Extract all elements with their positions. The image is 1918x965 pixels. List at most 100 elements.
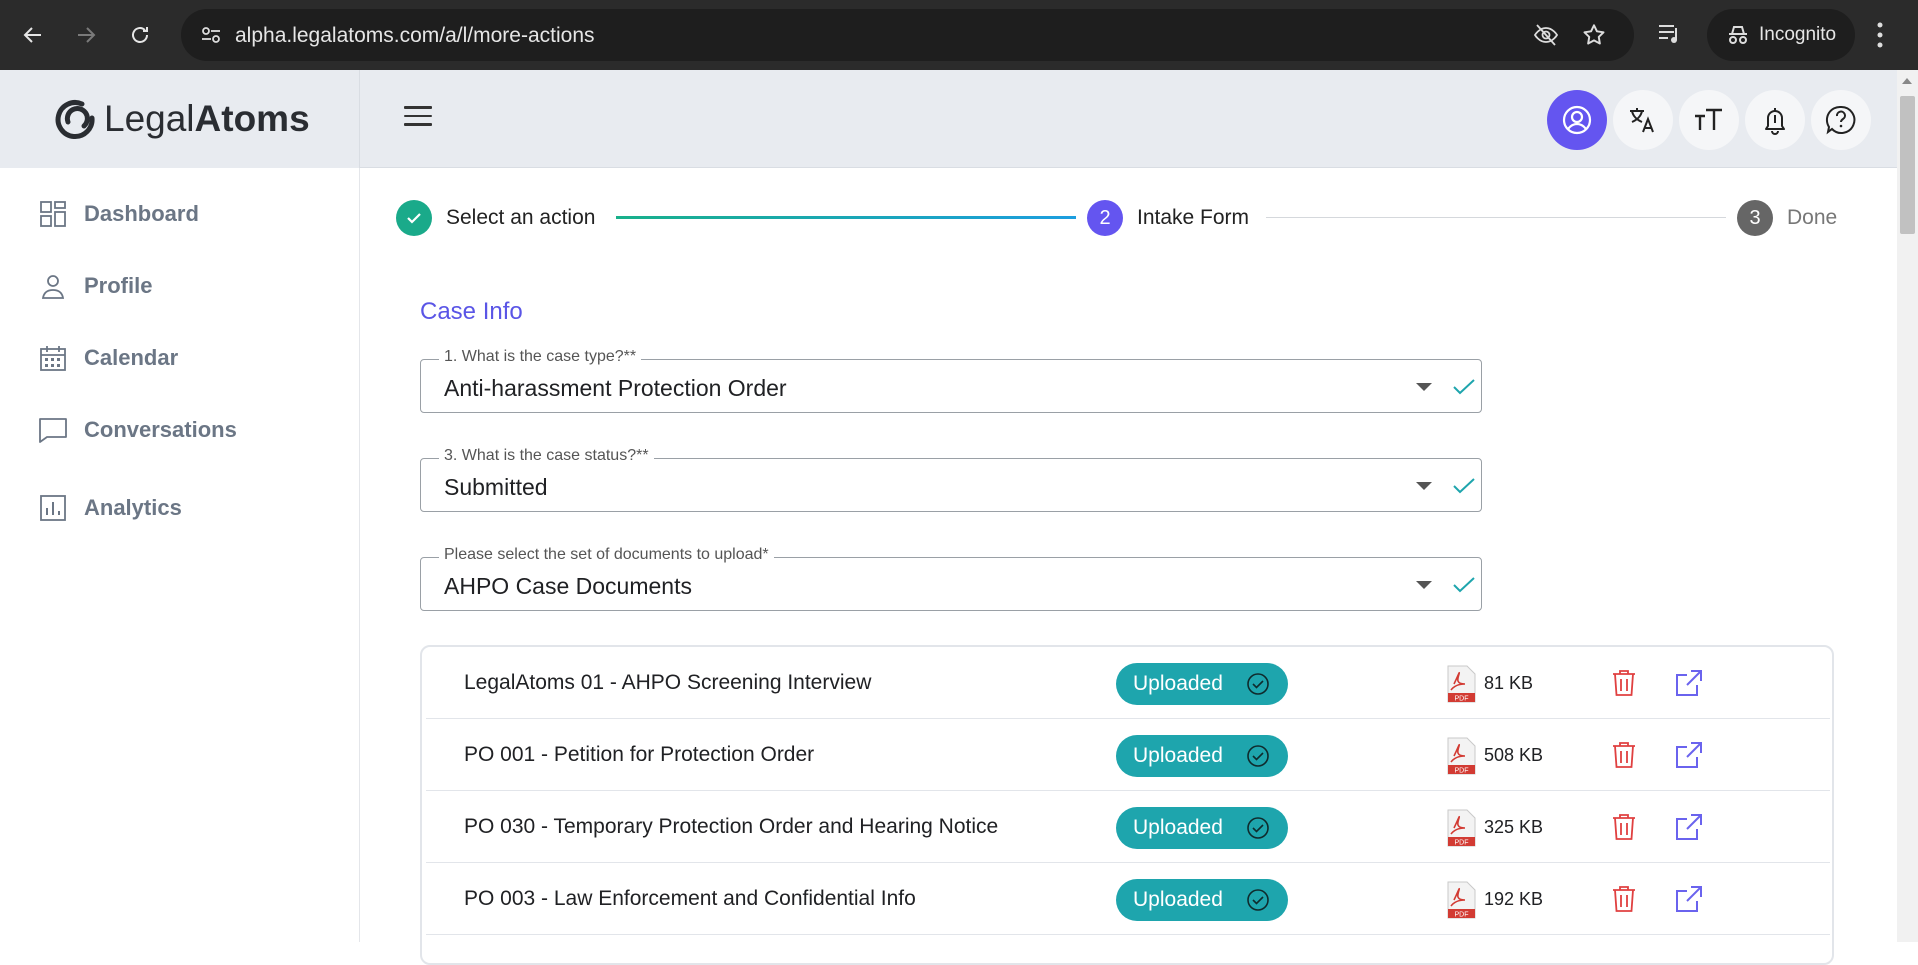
file-size: 81 KB: [1484, 673, 1534, 693]
open-external-icon[interactable]: [1675, 741, 1703, 774]
sidebar-item-dashboard[interactable]: Dashboard: [38, 194, 199, 234]
back-arrow-icon[interactable]: [15, 17, 51, 53]
status-label: Uploaded: [1133, 744, 1223, 767]
caret-down-icon[interactable]: [1416, 482, 1432, 490]
sidebar-item-label: Profile: [84, 273, 153, 298]
field-value: Submitted: [444, 474, 548, 500]
dashboard-grid-icon: [38, 199, 68, 229]
table-row: PO 001 - Petition for Protection Order U…: [426, 719, 1830, 791]
table-row: LegalAtoms 01 - AHPO Screening Interview…: [426, 647, 1830, 719]
logo[interactable]: LegalAtoms: [0, 70, 360, 168]
pdf-label: PDF: [1455, 912, 1469, 919]
scroll-up-arrow-icon[interactable]: [1902, 78, 1912, 84]
hamburger-menu-icon[interactable]: [404, 106, 432, 128]
open-external-icon[interactable]: [1675, 885, 1703, 918]
step-done[interactable]: 3 Done: [1737, 200, 1837, 236]
sidebar: Dashboard Profile Calendar Conversations…: [0, 168, 360, 942]
document-name: PO 003 - Law Enforcement and Confidentia…: [464, 887, 916, 910]
page-scrollbar[interactable]: [1897, 70, 1918, 942]
document-name: LegalAtoms 01 - AHPO Screening Interview: [464, 671, 872, 694]
open-external-icon[interactable]: [1675, 669, 1703, 702]
incognito-icon: [1725, 22, 1751, 53]
field-label: 3. What is the case status?**: [439, 447, 654, 465]
field-label: Please select the set of documents to up…: [439, 546, 774, 564]
address-bar[interactable]: alpha.legalatoms.com/a/l/more-actions: [181, 9, 1634, 61]
incognito-label: Incognito: [1759, 24, 1837, 45]
incognito-indicator[interactable]: Incognito: [1707, 9, 1855, 61]
forward-arrow-icon[interactable]: [68, 17, 104, 53]
trash-icon[interactable]: [1611, 669, 1637, 702]
check-icon: [1451, 572, 1477, 603]
step-select-action[interactable]: Select an action: [396, 200, 595, 236]
media-controls-icon[interactable]: [1656, 20, 1684, 53]
document-set-select[interactable]: Please select the set of documents to up…: [420, 546, 1482, 611]
account-circle-icon[interactable]: [1547, 90, 1607, 150]
url-text[interactable]: alpha.legalatoms.com/a/l/more-actions: [235, 24, 595, 48]
pdf-file-icon: PDF: [1446, 809, 1476, 852]
table-row: PO 003 - Law Enforcement and Confidentia…: [426, 863, 1830, 935]
step-intake-form[interactable]: 2 Intake Form: [1087, 200, 1249, 236]
status-label: Uploaded: [1133, 888, 1223, 911]
app-header: LegalAtoms: [0, 70, 1918, 168]
sidebar-item-conversations[interactable]: Conversations: [38, 410, 237, 450]
trash-icon[interactable]: [1611, 813, 1637, 846]
section-title: Case Info: [420, 298, 523, 325]
logo-text: LegalAtoms: [104, 98, 310, 140]
bar-chart-icon: [38, 493, 68, 523]
check-icon: [1451, 473, 1477, 504]
trash-icon[interactable]: [1611, 741, 1637, 774]
document-name: PO 030 - Temporary Protection Order and …: [464, 815, 999, 838]
person-icon: [38, 271, 68, 301]
bell-icon[interactable]: [1745, 90, 1805, 150]
translate-icon[interactable]: [1613, 90, 1673, 150]
sidebar-item-analytics[interactable]: Analytics: [38, 488, 182, 528]
caret-down-icon[interactable]: [1416, 581, 1432, 589]
sidebar-item-calendar[interactable]: Calendar: [38, 338, 178, 378]
main-content: Select an action 2 Intake Form 3 Done Ca…: [361, 168, 1899, 965]
sidebar-item-label: Conversations: [84, 417, 237, 442]
step-connector: [616, 216, 1076, 219]
pdf-label: PDF: [1455, 768, 1469, 775]
eye-slash-icon[interactable]: [1533, 22, 1559, 53]
help-icon[interactable]: [1811, 90, 1871, 150]
pdf-file-icon: PDF: [1446, 665, 1476, 708]
step-number: 3: [1737, 200, 1773, 236]
case-type-select[interactable]: 1. What is the case type?** Anti-harassm…: [420, 348, 1482, 413]
sidebar-item-label: Calendar: [84, 345, 179, 370]
case-status-select[interactable]: 3. What is the case status?** Submitted: [420, 447, 1482, 512]
step-number: 2: [1087, 200, 1123, 236]
file-size: 192 KB: [1484, 889, 1544, 909]
bookmark-star-icon[interactable]: [1581, 22, 1607, 53]
pdf-file-icon: PDF: [1446, 737, 1476, 780]
pdf-file-icon: PDF: [1446, 881, 1476, 924]
caret-down-icon[interactable]: [1416, 383, 1432, 391]
browser-menu-icon[interactable]: [1875, 20, 1885, 55]
sidebar-item-label: Dashboard: [84, 201, 199, 226]
status-label: Uploaded: [1133, 672, 1223, 695]
check-circle-icon: [1246, 672, 1270, 701]
reload-icon[interactable]: [122, 17, 158, 53]
check-circle-icon: [1246, 888, 1270, 917]
status-badge: Uploaded: [1116, 735, 1288, 777]
calendar-icon: [38, 343, 68, 373]
chat-bubble-icon: [38, 415, 68, 445]
step-label: Select an action: [446, 206, 596, 229]
check-icon: [396, 200, 432, 236]
scrollbar-thumb[interactable]: [1900, 96, 1915, 234]
status-badge: Uploaded: [1116, 807, 1288, 849]
site-settings-icon[interactable]: [197, 21, 225, 49]
status-badge: Uploaded: [1116, 879, 1288, 921]
logo-text-regular: Legal: [104, 98, 195, 139]
check-circle-icon: [1246, 816, 1270, 845]
file-size: 325 KB: [1484, 817, 1544, 837]
field-value: AHPO Case Documents: [444, 573, 692, 599]
sidebar-item-profile[interactable]: Profile: [38, 266, 152, 306]
table-row: PO 030 - Temporary Protection Order and …: [426, 791, 1830, 863]
document-name: PO 001 - Petition for Protection Order: [464, 743, 815, 766]
open-external-icon[interactable]: [1675, 813, 1703, 846]
logo-text-bold: Atoms: [194, 98, 310, 139]
text-size-icon[interactable]: [1679, 90, 1739, 150]
check-icon: [1451, 374, 1477, 405]
trash-icon[interactable]: [1611, 885, 1637, 918]
step-connector: [1266, 217, 1726, 218]
